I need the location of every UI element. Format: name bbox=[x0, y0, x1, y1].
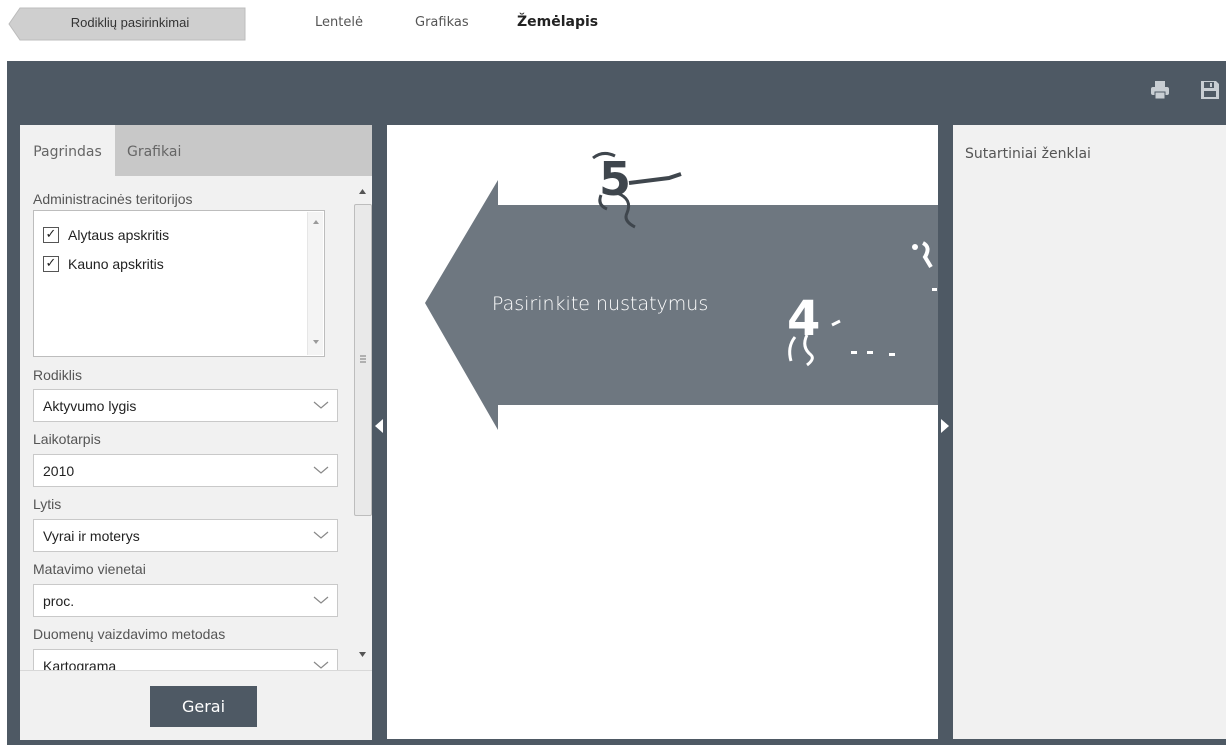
nav-link-map[interactable]: Žemėlapis bbox=[517, 14, 598, 30]
field-label: Lytis bbox=[33, 496, 62, 512]
period-select[interactable]: 2010 bbox=[33, 454, 338, 487]
select-value: proc. bbox=[43, 593, 75, 609]
indicator-selection-back-button[interactable]: Rodiklių pasirinkimai bbox=[8, 7, 246, 41]
territories-label: Administracinės teritorijos bbox=[33, 191, 193, 207]
nav-link-table[interactable]: Lentelė bbox=[315, 15, 363, 30]
nav-link-chart[interactable]: Grafikas bbox=[415, 15, 469, 30]
chevron-down-icon bbox=[313, 661, 329, 669]
print-icon[interactable] bbox=[1149, 79, 1171, 101]
sex-select[interactable]: Vyrai ir moterys bbox=[33, 519, 338, 552]
indicator-select[interactable]: Aktyvumo lygis bbox=[33, 389, 338, 422]
choose-settings-message: Pasirinkite nustatymus bbox=[492, 293, 709, 315]
top-navigation: Rodiklių pasirinkimai Lentelė Grafikas Ž… bbox=[0, 0, 1226, 50]
chevron-down-icon bbox=[313, 596, 329, 604]
grip-icon bbox=[360, 355, 366, 363]
settings-tabs: Pagrindas Grafikai bbox=[20, 125, 372, 176]
field-label: Rodiklis bbox=[33, 367, 83, 383]
tab-charts[interactable]: Grafikai bbox=[127, 125, 181, 176]
select-value: Vyrai ir moterys bbox=[43, 528, 140, 544]
collapse-right-icon[interactable] bbox=[940, 418, 950, 434]
chevron-down-icon bbox=[313, 531, 329, 539]
settings-panel: Pagrindas Grafikai Administracinės terit… bbox=[20, 125, 372, 740]
territory-label: Alytaus apskritis bbox=[68, 227, 170, 243]
field-label: Laikotarpis bbox=[33, 431, 101, 447]
unit-select[interactable]: proc. bbox=[33, 584, 338, 617]
svg-text:4: 4 bbox=[787, 291, 820, 347]
collapse-left-icon[interactable] bbox=[374, 418, 384, 434]
territory-checkbox[interactable]: ✓ bbox=[43, 256, 59, 272]
select-value: Aktyvumo lygis bbox=[43, 398, 137, 414]
field-label: Matavimo vienetai bbox=[33, 561, 146, 577]
save-icon[interactable] bbox=[1199, 79, 1221, 101]
select-value: Kartograma bbox=[43, 658, 117, 670]
back-button-label: Rodiklių pasirinkimai bbox=[70, 15, 190, 30]
settings-footer: Gerai bbox=[20, 670, 372, 740]
territory-checkbox[interactable]: ✓ bbox=[43, 227, 59, 243]
settings-form: Administracinės teritorijos ✓ Alytaus ap… bbox=[20, 176, 372, 670]
list-scroll-arrows bbox=[313, 220, 319, 344]
scrollbar-thumb[interactable] bbox=[354, 204, 372, 516]
display-method-select[interactable]: Kartograma bbox=[33, 649, 338, 670]
legend-panel: Sutartiniai ženklai bbox=[953, 125, 1226, 739]
select-value: 2010 bbox=[43, 463, 75, 479]
field-label: Duomenų vaizdavimo metodas bbox=[33, 626, 226, 642]
chevron-down-icon bbox=[313, 466, 329, 474]
territory-label: Kauno apskritis bbox=[68, 256, 164, 272]
choose-settings-arrow-illustration: 5 4 bbox=[425, 151, 938, 430]
legend-title: Sutartiniai ženklai bbox=[965, 146, 1091, 162]
chevron-down-icon bbox=[313, 401, 329, 409]
list-scrollbar[interactable] bbox=[307, 212, 323, 355]
settings-scrollbar[interactable] bbox=[353, 176, 372, 670]
ok-button[interactable]: Gerai bbox=[150, 686, 257, 727]
map-area: 5 4 Pasirinkite nustatymus bbox=[387, 125, 938, 739]
tab-main[interactable]: Pagrindas bbox=[20, 125, 115, 176]
territories-list[interactable]: ✓ Alytaus apskritis ✓ Kauno apskritis bbox=[33, 210, 325, 357]
